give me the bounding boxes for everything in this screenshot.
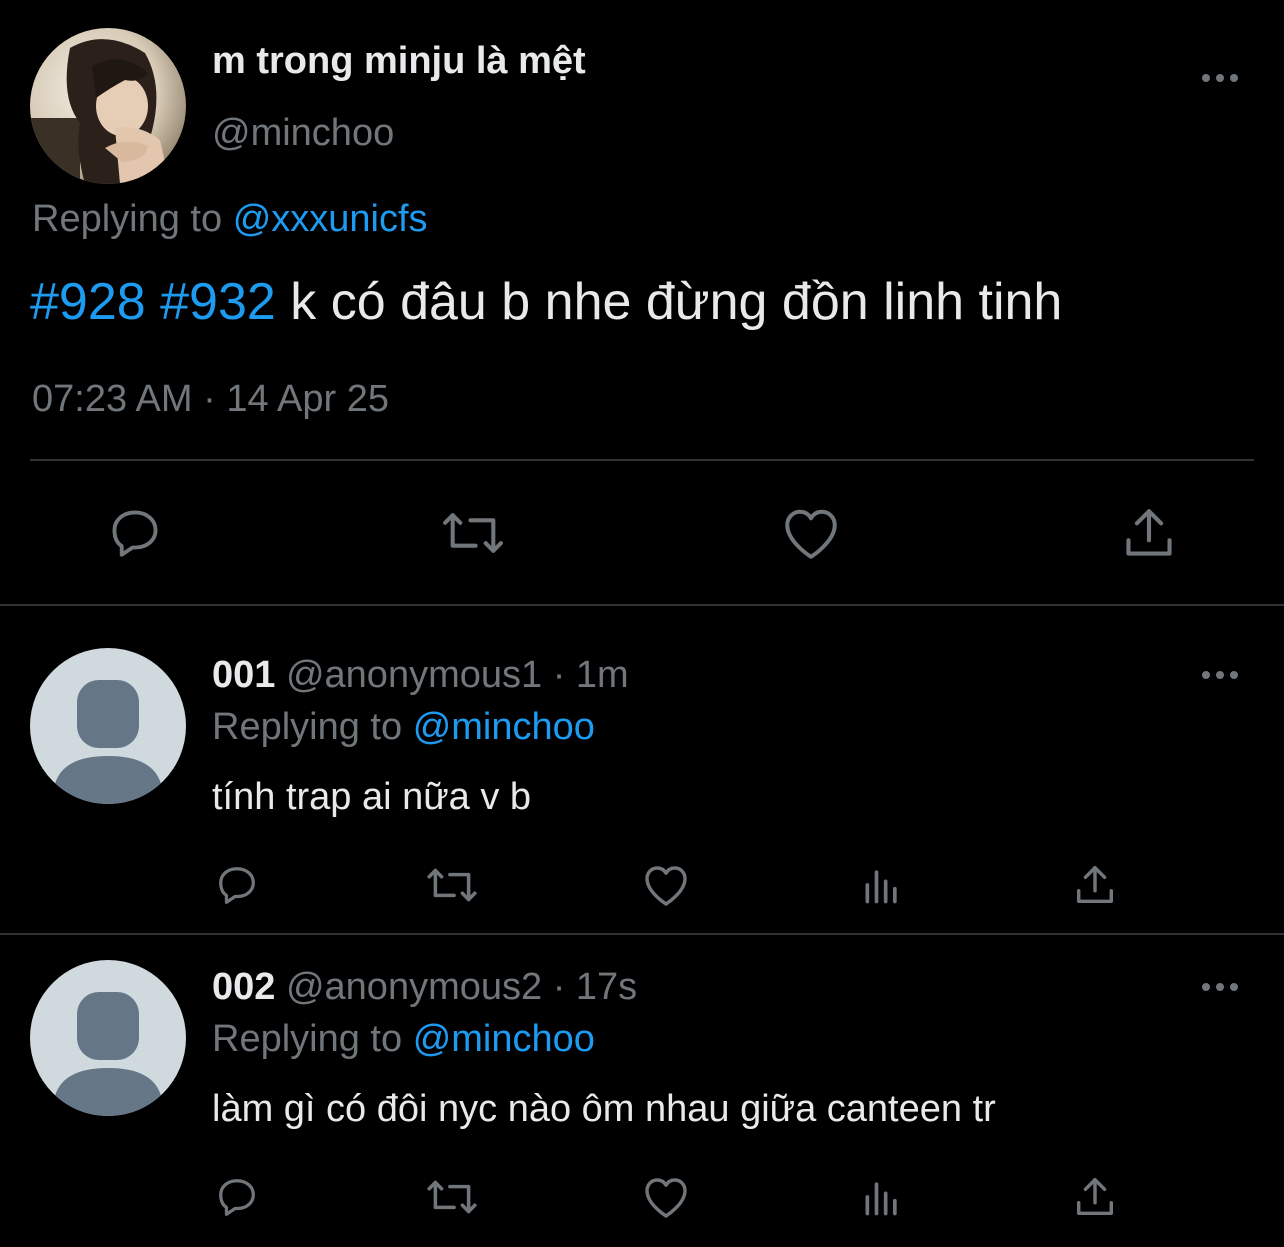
retweet-icon[interactable] [436, 500, 510, 566]
default-profile-icon [54, 680, 162, 804]
user-handle[interactable]: @anonymous1 [286, 654, 542, 696]
replying-to-line: Replying to @minchoo [212, 1018, 595, 1061]
reply-header: 001 @anonymous1 · 1m [212, 654, 629, 697]
divider [0, 604, 1284, 606]
replying-to-line: Replying to @xxxunicfs [32, 198, 428, 241]
analytics-views-icon[interactable] [856, 858, 908, 912]
display-name[interactable]: m trong minju là mệt [212, 40, 586, 83]
default-profile-icon [54, 992, 162, 1116]
replying-to-link[interactable]: @minchoo [413, 706, 595, 748]
replying-to-label: Replying to [212, 706, 403, 748]
hashtag-link[interactable]: #932 [160, 273, 276, 331]
display-name[interactable]: 002 [212, 966, 275, 1008]
default-avatar[interactable] [30, 960, 186, 1116]
replying-to-link[interactable]: @xxxunicfs [233, 198, 428, 240]
retweet-icon[interactable] [422, 858, 482, 912]
reply-text: tính trap ai nữa v b [212, 776, 532, 818]
share-icon[interactable] [1068, 1170, 1122, 1224]
user-handle[interactable]: @minchoo [212, 112, 394, 155]
share-icon[interactable] [1068, 858, 1122, 912]
replying-to-line: Replying to @minchoo [212, 706, 595, 749]
profile-avatar[interactable] [30, 28, 186, 184]
retweet-icon[interactable] [422, 1170, 482, 1224]
tweet-text: #928 #932 k có đâu b nhe đừng đồn linh t… [30, 272, 1062, 332]
analytics-views-icon[interactable] [856, 1170, 908, 1224]
relative-time: · 1m [552, 654, 629, 696]
relative-time: · 17s [552, 966, 638, 1008]
reply-text: làm gì có đôi nyc nào ôm nhau giữa cante… [212, 1088, 996, 1130]
share-icon[interactable] [1114, 500, 1184, 566]
tweet-timestamp[interactable]: 07:23 AM · 14 Apr 25 [32, 378, 389, 421]
reply-icon[interactable] [210, 858, 264, 912]
default-avatar[interactable] [30, 648, 186, 804]
more-options-icon[interactable] [1196, 973, 1244, 1001]
hashtag-link[interactable]: #928 [30, 273, 146, 331]
like-heart-icon[interactable] [776, 500, 846, 566]
replying-to-label: Replying to [32, 198, 223, 240]
avatar-photo [30, 28, 186, 184]
replying-to-link[interactable]: @minchoo [413, 1018, 595, 1060]
divider [30, 459, 1254, 461]
more-options-icon[interactable] [1196, 661, 1244, 689]
reply-icon[interactable] [210, 1170, 264, 1224]
divider [0, 933, 1284, 935]
like-heart-icon[interactable] [638, 858, 694, 912]
display-name[interactable]: 001 [212, 654, 275, 696]
tweet-body: k có đâu b nhe đừng đồn linh tinh [290, 273, 1063, 331]
like-heart-icon[interactable] [638, 1170, 694, 1224]
more-options-icon[interactable] [1196, 64, 1244, 92]
user-handle[interactable]: @anonymous2 [286, 966, 542, 1008]
reply-header: 002 @anonymous2 · 17s [212, 966, 637, 1009]
replying-to-label: Replying to [212, 1018, 403, 1060]
reply-icon[interactable] [100, 500, 170, 566]
